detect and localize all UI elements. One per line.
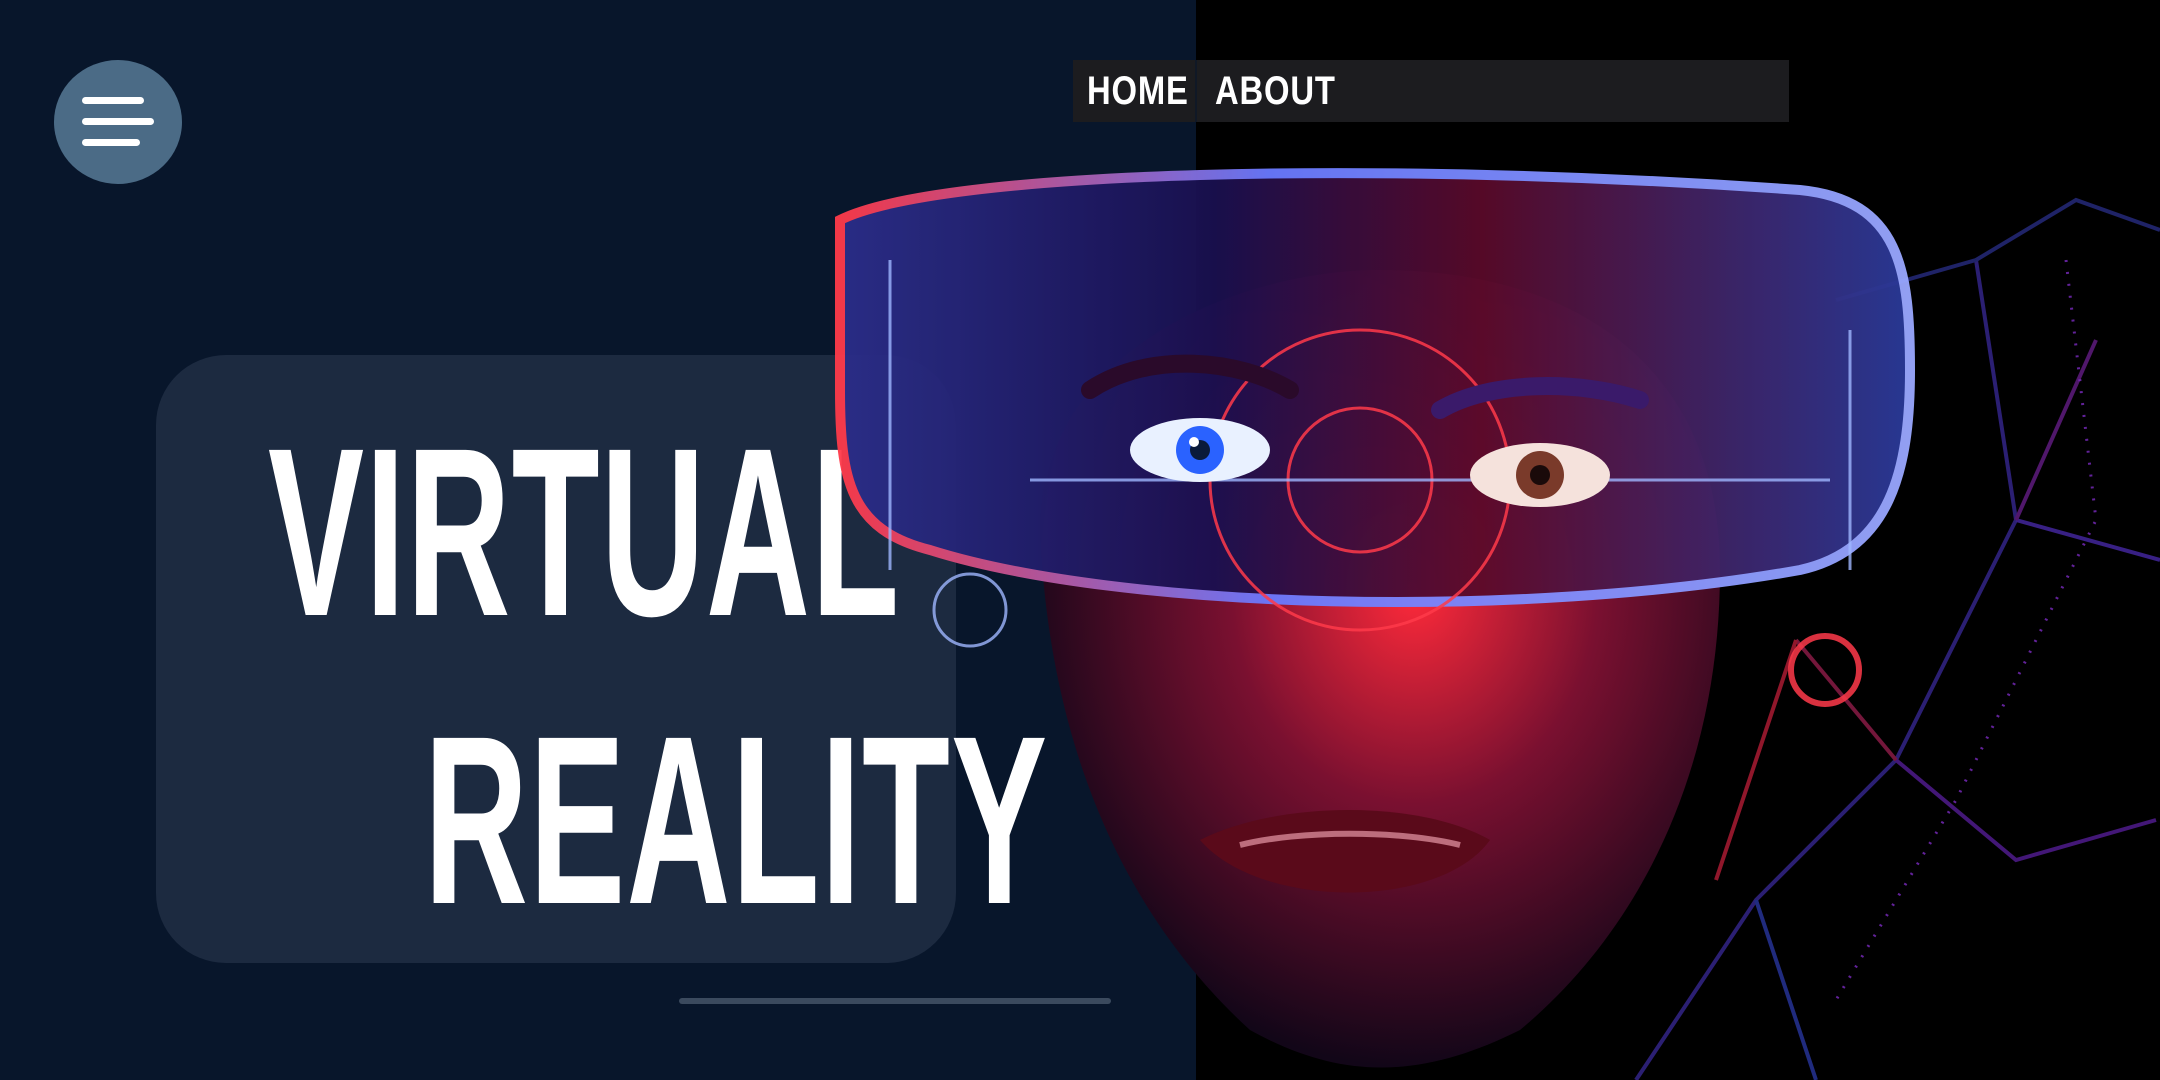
hero-title-line1: VIRTUAL — [268, 398, 901, 666]
hamburger-menu-icon-bar — [82, 139, 140, 146]
hamburger-menu-icon-bar — [82, 118, 154, 125]
vr-headset-face-illustration — [835, 168, 1916, 1068]
scroll-indicator — [679, 998, 1111, 1004]
hamburger-menu-icon — [82, 97, 144, 104]
nav-about-link[interactable]: ABOUT — [1215, 69, 1336, 114]
nav-home-link[interactable]: HOME — [1087, 69, 1189, 114]
vr-visor — [835, 168, 1916, 608]
top-nav: HOME ABOUT — [1073, 60, 1789, 122]
nav-separator — [1195, 60, 1197, 122]
menu-button[interactable] — [54, 60, 182, 184]
